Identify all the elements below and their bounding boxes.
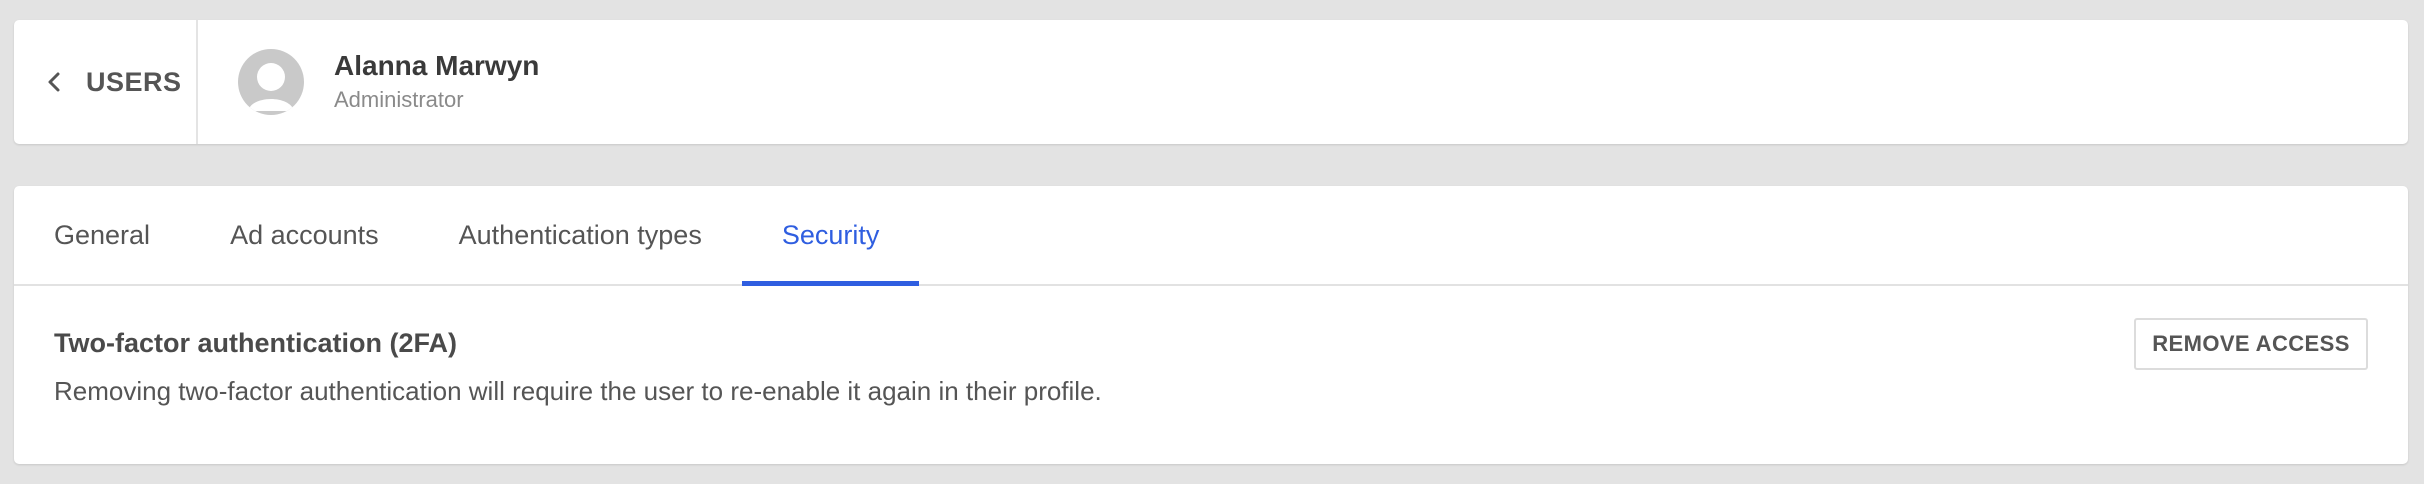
user-header-card: USERS Alanna Marwyn Administrator (14, 20, 2408, 144)
section-title: Two-factor authentication (2FA) (54, 328, 457, 358)
remove-access-button[interactable]: REMOVE ACCESS (2134, 318, 2368, 370)
tab-ad-accounts[interactable]: Ad accounts (190, 186, 419, 284)
user-name: Alanna Marwyn (334, 50, 540, 81)
back-to-users-link[interactable]: USERS (14, 20, 198, 144)
section-description: Removing two-factor authentication will … (54, 376, 1102, 406)
tab-authentication-types[interactable]: Authentication types (419, 186, 742, 284)
user-role: Administrator (334, 87, 464, 112)
user-placeholder-icon (248, 63, 294, 111)
back-link-label: USERS (86, 66, 182, 97)
user-details-card: General Ad accounts Authentication types… (14, 186, 2408, 464)
chevron-left-icon (48, 72, 60, 92)
user-summary: Alanna Marwyn Administrator (198, 20, 539, 144)
two-factor-section: Two-factor authentication (2FA) Removing… (14, 286, 2408, 408)
tab-security[interactable]: Security (741, 186, 920, 286)
user-avatar (238, 49, 304, 115)
tab-general[interactable]: General (14, 186, 190, 284)
tab-bar: General Ad accounts Authentication types… (14, 186, 2408, 286)
